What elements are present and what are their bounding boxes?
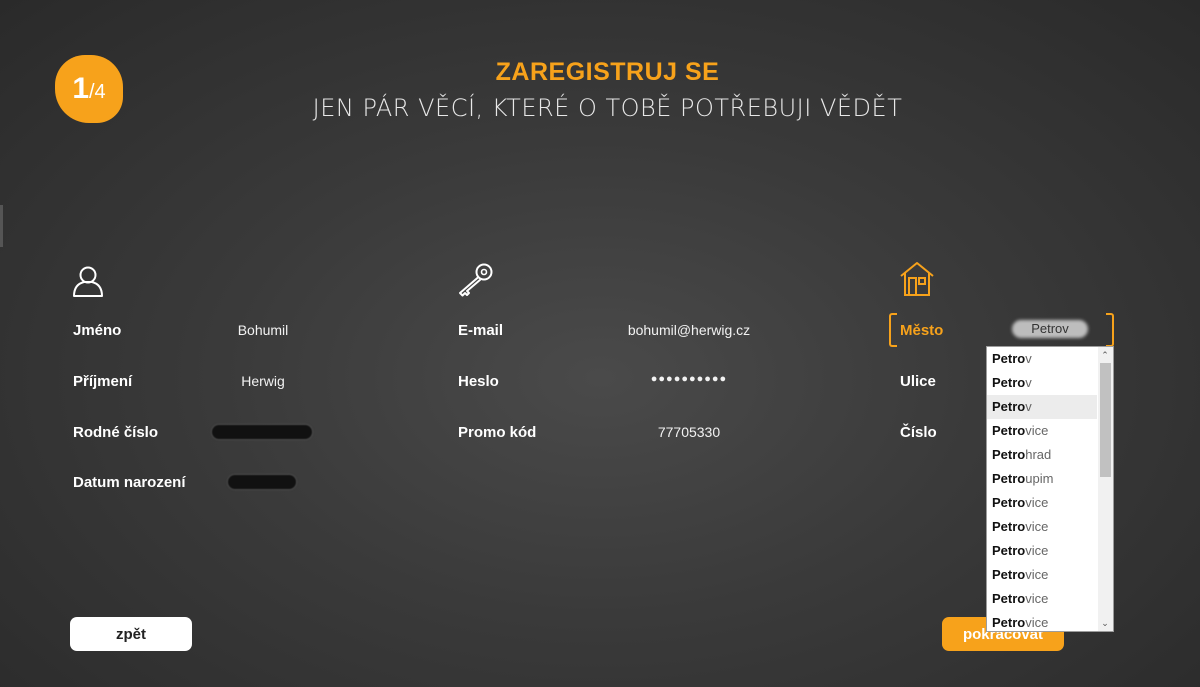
back-button[interactable]: zpět [70,617,192,651]
autocomplete-item[interactable]: Petrovice [987,587,1097,611]
city-autocomplete-list[interactable]: Petrov Petrov Petrov Petrovice Petrohrad… [986,346,1114,632]
input-datum-narozeni-redacted[interactable] [228,475,296,489]
label-mesto: Město [900,322,944,339]
house-icon [900,262,934,296]
autocomplete-item[interactable]: Petrovice [987,563,1097,587]
label-ulice: Ulice [900,373,936,390]
autocomplete-item[interactable]: Petrovice [987,539,1097,563]
key-icon [459,263,493,297]
autocomplete-item[interactable]: Petroupim [987,467,1097,491]
input-heslo[interactable]: ●●●●●●●●●● [630,373,748,385]
autocomplete-item[interactable]: Petrohrad [987,443,1097,467]
autocomplete-item[interactable]: Petrovice [987,491,1097,515]
scrollbar-thumb[interactable] [1100,363,1111,477]
input-promo-kod[interactable]: 77705330 [636,424,742,440]
autocomplete-item[interactable]: Petrovice [987,419,1097,443]
autocomplete-item[interactable]: Petrovice [987,515,1097,539]
input-email[interactable]: bohumil@herwig.cz [612,322,766,338]
page-title: ZAREGISTRUJ SE [495,58,720,86]
mesto-focus-bracket-right [1106,313,1114,347]
scroll-up-icon[interactable]: ⌃ [1100,350,1110,360]
label-email: E-mail [458,322,504,339]
user-icon [73,266,103,297]
label-jmeno: Jméno [73,322,122,339]
scroll-down-icon[interactable]: ⌄ [1100,618,1110,628]
input-rodne-cislo-redacted[interactable] [212,425,312,439]
input-prijmeni[interactable]: Herwig [210,373,316,389]
label-promo-kod: Promo kód [458,424,537,441]
input-mesto[interactable]: Petrov [1012,321,1088,336]
autocomplete-item[interactable]: Petrovice [987,611,1097,631]
autocomplete-item[interactable]: Petrov [987,395,1097,419]
label-cislo: Číslo [900,424,937,441]
input-jmeno[interactable]: Bohumil [210,322,316,338]
label-prijmeni: Příjmení [73,373,133,390]
label-datum-narozeni: Datum narození [73,474,186,491]
autocomplete-item[interactable]: Petrov [987,347,1097,371]
mesto-focus-bracket-left [889,313,897,347]
label-rodne-cislo: Rodné číslo [73,424,159,441]
autocomplete-item[interactable]: Petrov [987,371,1097,395]
left-edge-tab [0,205,3,247]
page-subtitle: JEN PÁR VĚCÍ, KTERÉ O TOBĚ POTŘEBUJI VĚD… [312,94,903,122]
autocomplete-scrollbar[interactable]: ⌃ ⌄ [1098,347,1113,631]
label-heslo: Heslo [458,373,499,390]
